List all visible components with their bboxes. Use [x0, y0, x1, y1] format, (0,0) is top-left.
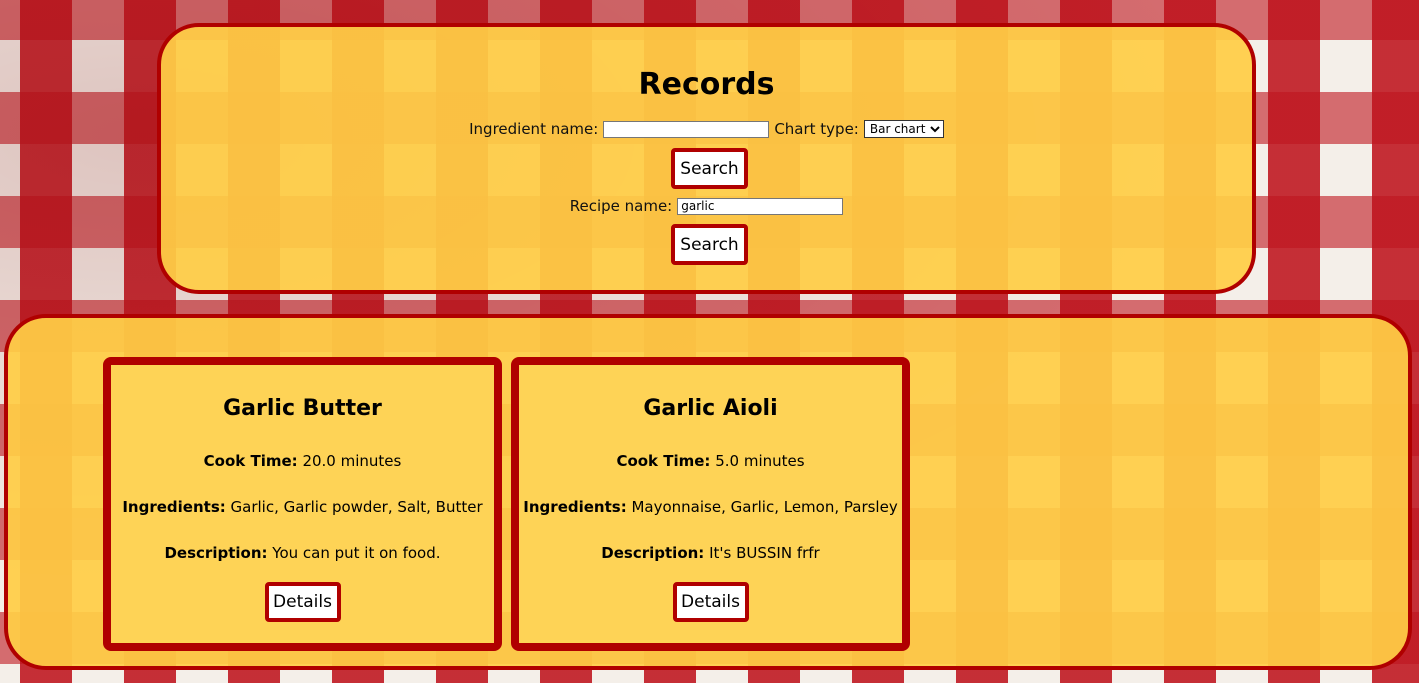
chart-type-label: Chart type: [774, 120, 859, 138]
cook-time-value: 5.0 minutes [715, 452, 805, 470]
cook-time-label: Cook Time: [203, 452, 298, 470]
results-panel: Garlic Butter Cook Time: 20.0 minutes In… [4, 314, 1412, 670]
description-field: Description: You can put it on food. [111, 543, 494, 563]
ingredient-name-input[interactable] [603, 120, 770, 138]
description-value: You can put it on food. [272, 544, 441, 562]
ingredient-search-button[interactable]: Search [671, 148, 748, 189]
ingredients-field: Ingredients: Mayonnaise, Garlic, Lemon, … [519, 497, 902, 517]
details-button[interactable]: Details [672, 582, 749, 622]
chart-type-select[interactable]: Bar chart [863, 120, 944, 138]
ingredients-field: Ingredients: Garlic, Garlic powder, Salt… [111, 497, 494, 517]
cook-time-field: Cook Time: 5.0 minutes [519, 451, 902, 471]
page-title: Records [638, 67, 775, 102]
recipe-title: Garlic Aioli [643, 396, 778, 421]
description-value: It's BUSSIN frfr [709, 544, 820, 562]
recipe-name-input[interactable] [677, 197, 844, 215]
recipe-name-label: Recipe name: [569, 197, 673, 215]
ingredient-search-row: Ingredient name: Chart type: Bar chart [161, 120, 1252, 138]
cook-time-field: Cook Time: 20.0 minutes [111, 451, 494, 471]
recipe-card: Garlic Butter Cook Time: 20.0 minutes In… [103, 357, 502, 651]
details-button[interactable]: Details [264, 582, 341, 622]
ingredients-value: Mayonnaise, Garlic, Lemon, Parsley [631, 498, 898, 516]
cook-time-value: 20.0 minutes [302, 452, 402, 470]
recipe-card: Garlic Aioli Cook Time: 5.0 minutes Ingr… [511, 357, 910, 651]
cook-time-label: Cook Time: [616, 452, 711, 470]
description-field: Description: It's BUSSIN frfr [519, 543, 902, 563]
ingredients-label: Ingredients: [122, 498, 226, 516]
recipe-search-button[interactable]: Search [671, 224, 748, 265]
recipe-title: Garlic Butter [223, 396, 382, 421]
description-label: Description: [164, 544, 268, 562]
ingredients-label: Ingredients: [523, 498, 627, 516]
search-panel: Records Ingredient name: Chart type: Bar… [157, 23, 1256, 294]
ingredient-name-label: Ingredient name: [469, 120, 599, 138]
ingredients-value: Garlic, Garlic powder, Salt, Butter [230, 498, 483, 516]
description-label: Description: [601, 544, 705, 562]
recipe-search-row: Recipe name: [161, 197, 1252, 215]
